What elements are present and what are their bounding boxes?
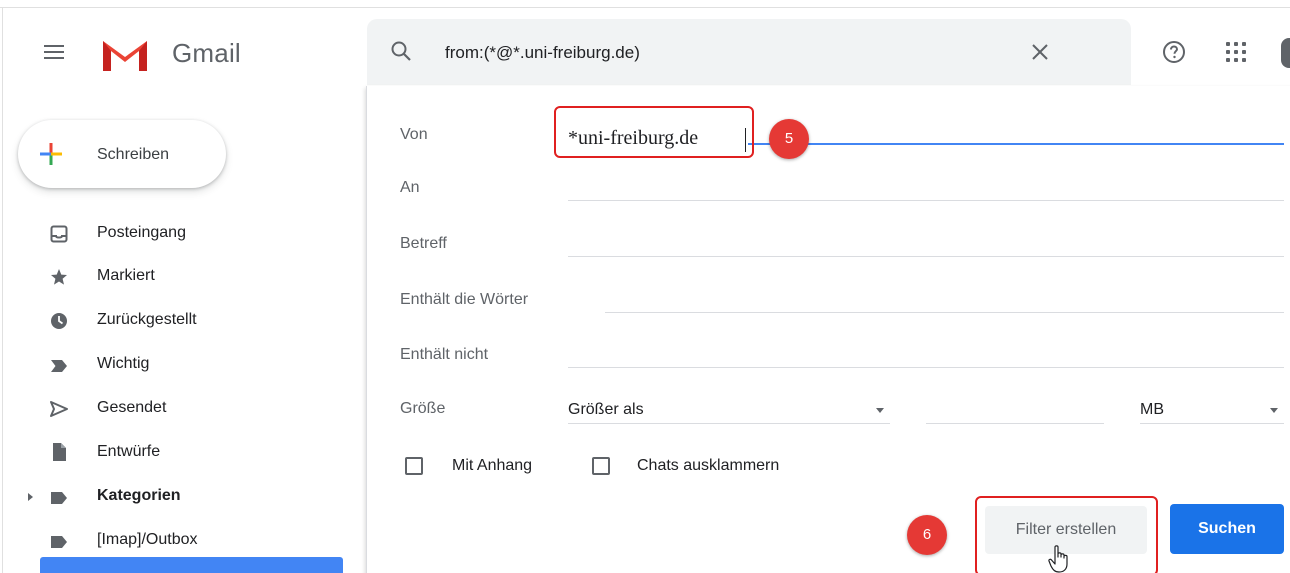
sidebar-item-starred[interactable]: Markiert [0, 257, 365, 297]
sidebar-bottom-button[interactable] [40, 557, 343, 573]
search-icon[interactable] [390, 40, 412, 62]
send-icon [50, 401, 68, 417]
sidebar-item-sent[interactable]: Gesendet [0, 389, 365, 429]
size-operator-select[interactable]: Größer als [568, 401, 644, 419]
subject-label: Betreff [400, 235, 447, 252]
step-badge-5: 5 [769, 119, 809, 159]
from-label: Von [400, 126, 428, 143]
dropdown-arrow-icon[interactable] [876, 408, 884, 413]
compose-label: Schreiben [97, 146, 170, 163]
sidebar-item-snoozed[interactable]: Zurückgestellt [0, 301, 365, 341]
has-words-input[interactable] [605, 312, 1284, 313]
window-top-border [0, 7, 1290, 8]
inbox-icon [50, 225, 68, 243]
size-label: Größe [400, 400, 446, 417]
label-icon [51, 536, 67, 548]
sidebar-item-label: Gesendet [97, 399, 167, 416]
sidebar-item-categories[interactable]: Kategorien [0, 477, 365, 517]
important-icon [51, 360, 67, 372]
size-unit-underline [1140, 423, 1284, 424]
has-words-label: Enthält die Wörter [400, 291, 529, 308]
step-badge-6: 6 [907, 515, 947, 555]
compose-plus-icon [40, 143, 62, 165]
sidebar-item-label: Markiert [97, 267, 155, 284]
clear-search-icon[interactable] [1030, 42, 1050, 62]
account-avatar[interactable] [1281, 38, 1290, 68]
not-has-input[interactable] [568, 367, 1284, 368]
sidebar-item-drafts[interactable]: Entwürfe [0, 433, 365, 473]
app-title: Gmail [172, 38, 241, 68]
sidebar-item-label: Wichtig [97, 355, 150, 372]
hand-pointer-icon [1048, 545, 1068, 573]
sidebar-item-inbox[interactable]: Posteingang [0, 214, 365, 254]
not-has-label: Enthält nicht [400, 346, 489, 363]
size-value-input[interactable] [926, 423, 1104, 424]
sidebar-item-label: Posteingang [97, 224, 186, 241]
sidebar-item-label: Zurückgestellt [97, 311, 197, 328]
gmail-logo-icon[interactable] [99, 35, 151, 75]
to-label: An [400, 179, 420, 196]
star-icon [51, 269, 67, 285]
search-input[interactable]: from:(*@*.uni-freiburg.de) [445, 43, 640, 63]
label-icon [51, 492, 67, 504]
apps-grid-icon[interactable] [1226, 42, 1246, 62]
help-icon[interactable] [1162, 40, 1186, 64]
size-unit-select[interactable]: MB [1140, 401, 1164, 419]
to-input[interactable] [568, 200, 1284, 201]
from-input-underline [748, 143, 1284, 145]
sidebar-item-label: [Imap]/Outbox [97, 531, 198, 548]
sidebar-item-outbox[interactable]: [Imap]/Outbox [0, 521, 365, 549]
main-menu-icon[interactable] [44, 45, 64, 59]
expand-arrow-icon[interactable] [28, 493, 33, 501]
exclude-chats-checkbox[interactable] [592, 457, 610, 475]
sidebar-item-label: Kategorien [97, 487, 181, 504]
size-operator-underline [568, 423, 890, 424]
has-attachment-checkbox[interactable] [405, 457, 423, 475]
dropdown-arrow-icon[interactable] [1270, 408, 1278, 413]
sidebar-item-label: Entwürfe [97, 443, 161, 460]
search-button[interactable]: Suchen [1170, 504, 1284, 554]
exclude-chats-label: Chats ausklammern [637, 457, 780, 474]
has-attachment-label: Mit Anhang [452, 457, 533, 474]
from-field-highlight [554, 106, 754, 158]
clock-icon [51, 313, 67, 329]
draft-icon [53, 443, 66, 461]
sidebar-item-important[interactable]: Wichtig [0, 345, 365, 385]
subject-input[interactable] [568, 256, 1284, 257]
